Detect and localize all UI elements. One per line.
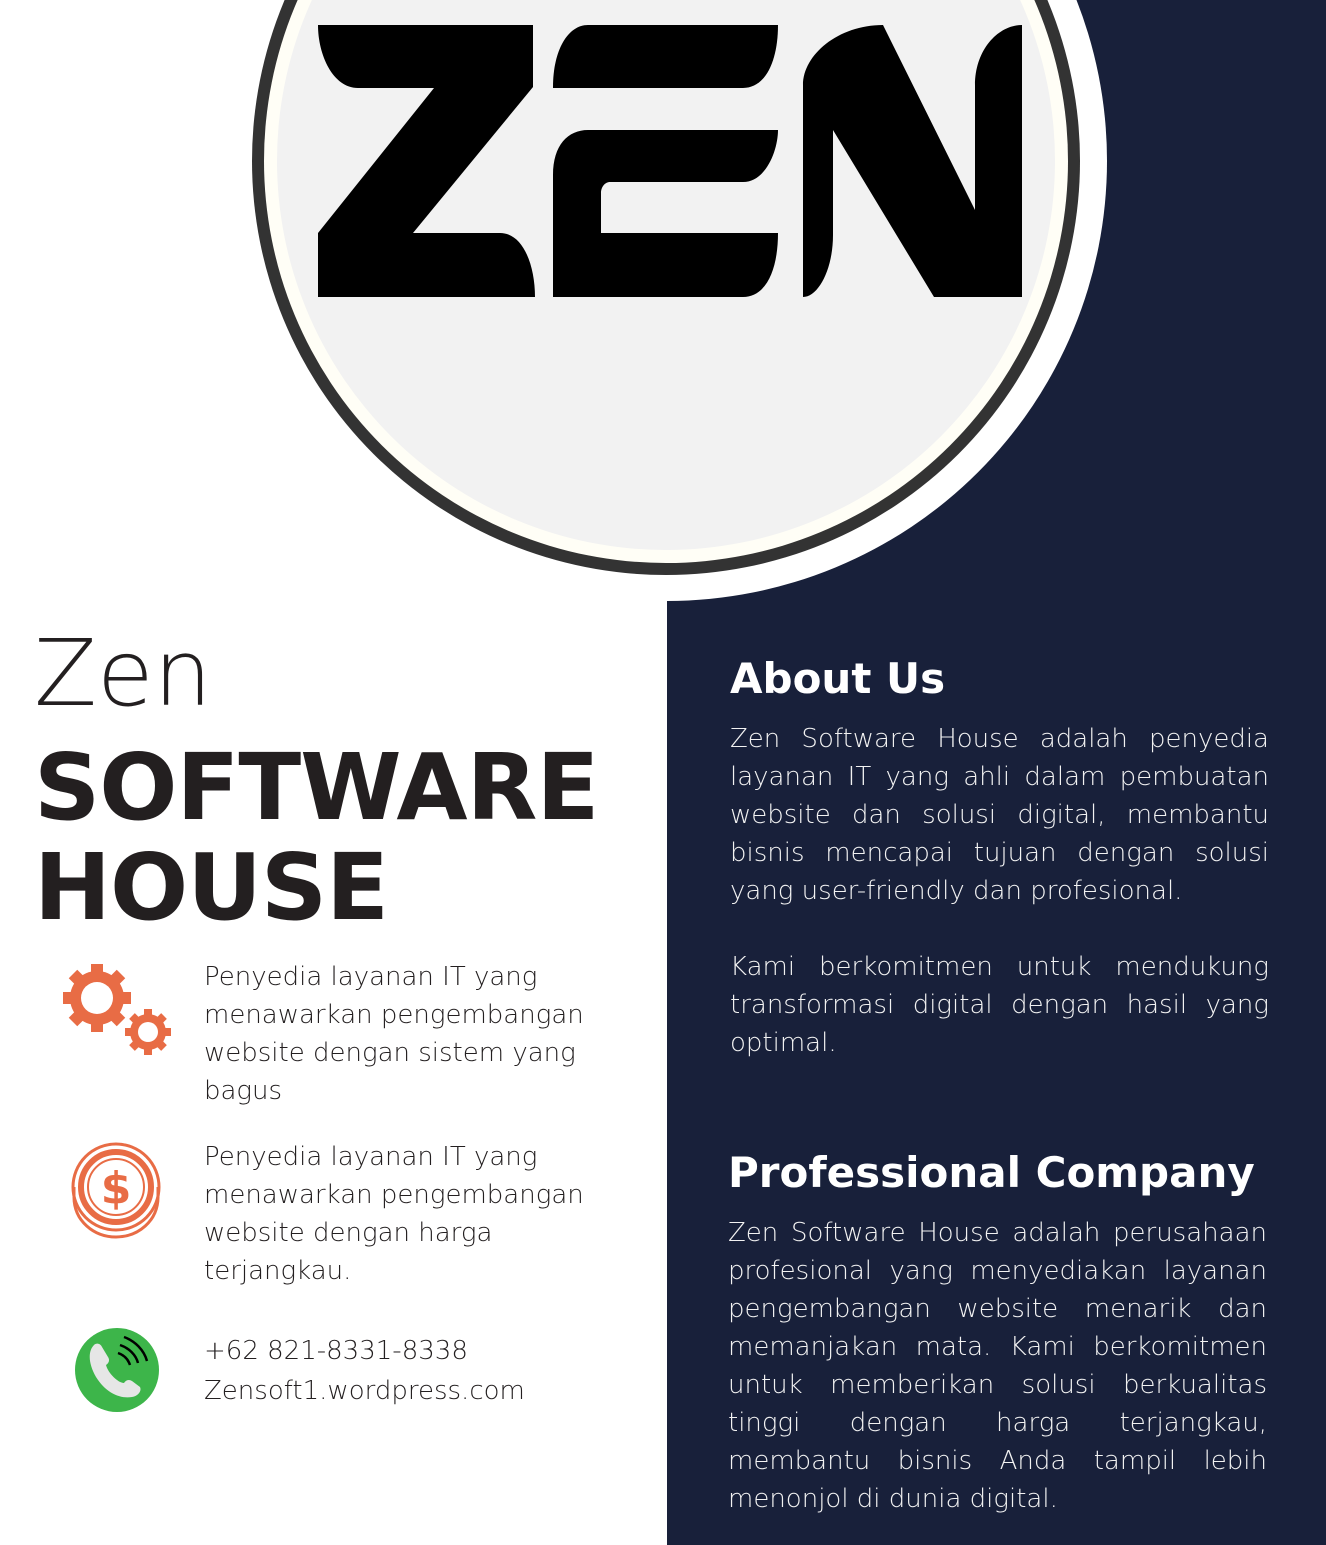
title-software: SOFTWARE [34, 734, 599, 841]
professional-paragraph: Zen Software House adalah perusahaan pro… [728, 1218, 1267, 1514]
svg-text:$: $ [101, 1163, 132, 1214]
website-link[interactable]: Zensoft1.wordpress.com [204, 1371, 604, 1411]
gears-icon [63, 964, 171, 1055]
title-software-house: SOFTWARE HOUSE [34, 734, 599, 941]
zen-logo [318, 25, 1022, 297]
about-paragraph-2: Kami berkomitmen untuk mendukung transfo… [730, 952, 1269, 1058]
professional-heading: Professional Company [728, 1148, 1255, 1197]
phone-number[interactable]: +62 821-8331-8338 [204, 1331, 604, 1371]
contact-info: +62 821-8331-8338 Zensoft1.wordpress.com [204, 1331, 604, 1411]
about-heading: About Us [730, 654, 946, 703]
professional-section: Professional Company Zen Software House … [728, 1152, 1267, 1518]
title-zen: Zen [34, 620, 212, 727]
phone-icon [75, 1328, 159, 1412]
about-section: About Us Zen Software House adalah penye… [730, 658, 1269, 1062]
title-house: HOUSE [34, 834, 389, 941]
dollar-coin-icon: $ [71, 1142, 161, 1239]
about-paragraph-1: Zen Software House adalah penyedia layan… [730, 724, 1269, 906]
feature-price: Penyedia layanan IT yang menawarkan peng… [204, 1142, 584, 1286]
feature-system: Penyedia layanan IT yang menawarkan peng… [204, 962, 584, 1106]
